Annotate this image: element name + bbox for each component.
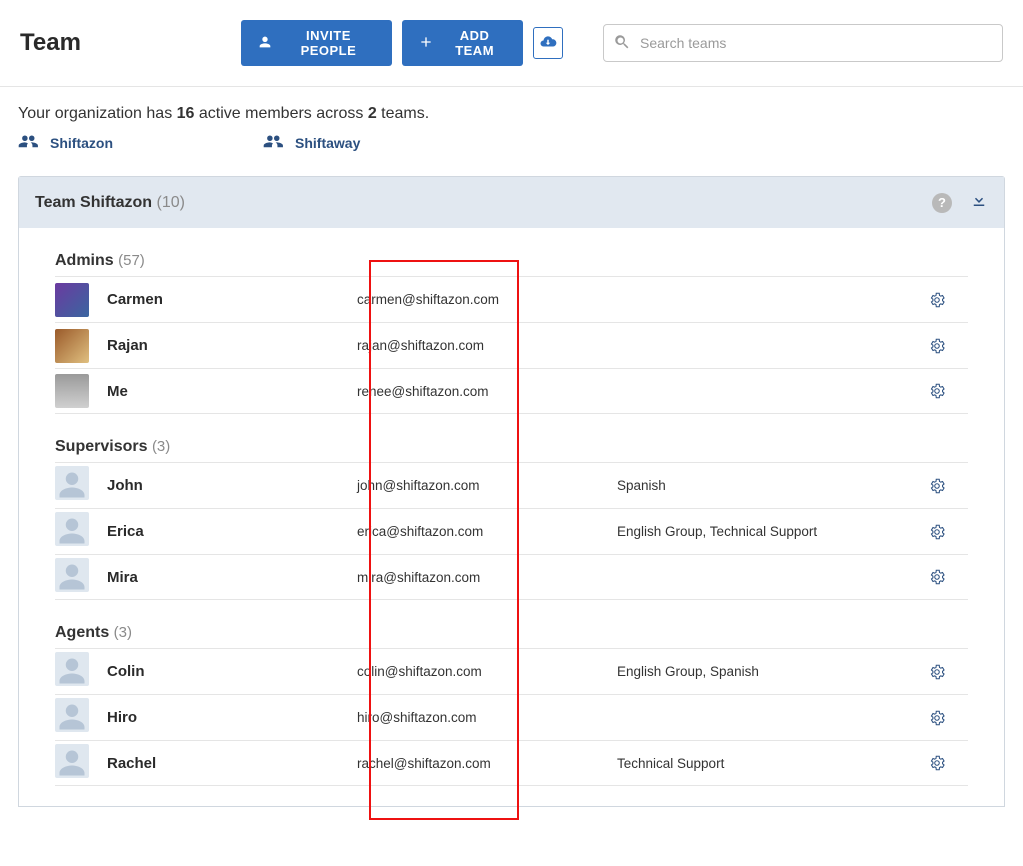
avatar	[55, 374, 89, 408]
page-title: Team	[20, 29, 81, 57]
member-tags: English Group, Technical Support	[617, 524, 928, 539]
member-name: John	[107, 477, 357, 494]
gear-icon[interactable]	[928, 523, 946, 541]
people-icon	[263, 133, 285, 152]
member-row[interactable]: Colincolin@shiftazon.comEnglish Group, S…	[55, 648, 968, 694]
member-email: renee@shiftazon.com	[357, 384, 617, 399]
member-email: hiro@shiftazon.com	[357, 710, 617, 725]
gear-icon[interactable]	[928, 477, 946, 495]
member-email: rajan@shiftazon.com	[357, 338, 617, 353]
download-icon[interactable]	[970, 191, 988, 214]
member-name: Rachel	[107, 755, 357, 772]
gear-icon[interactable]	[928, 568, 946, 586]
member-name: Rajan	[107, 337, 357, 354]
org-summary: Your organization has 16 active members …	[0, 87, 1023, 133]
invite-people-button[interactable]: INVITE PEOPLE	[241, 20, 392, 66]
help-icon[interactable]: ?	[932, 193, 952, 213]
plus-icon	[418, 34, 434, 53]
member-row[interactable]: Hirohiro@shiftazon.com	[55, 694, 968, 740]
member-row[interactable]: Carmencarmen@shiftazon.com	[55, 276, 968, 322]
member-row[interactable]: Merenee@shiftazon.com	[55, 368, 968, 414]
member-tags: Spanish	[617, 478, 928, 493]
avatar	[55, 698, 89, 732]
member-email: rachel@shiftazon.com	[357, 756, 617, 771]
team-link[interactable]: Shiftaway	[263, 133, 360, 152]
member-tags: English Group, Spanish	[617, 664, 928, 679]
member-name: Me	[107, 383, 357, 400]
member-email: carmen@shiftazon.com	[357, 292, 617, 307]
gear-icon[interactable]	[928, 709, 946, 727]
gear-icon[interactable]	[928, 382, 946, 400]
member-name: Erica	[107, 523, 357, 540]
member-name: Hiro	[107, 709, 357, 726]
group-title: Agents (3)	[55, 624, 968, 642]
member-row[interactable]: Miramira@shiftazon.com	[55, 554, 968, 600]
search-icon	[613, 33, 631, 51]
avatar	[55, 652, 89, 686]
member-row[interactable]: Johnjohn@shiftazon.comSpanish	[55, 462, 968, 508]
member-email: colin@shiftazon.com	[357, 664, 617, 679]
gear-icon[interactable]	[928, 663, 946, 681]
avatar	[55, 466, 89, 500]
gear-icon[interactable]	[928, 291, 946, 309]
gear-icon[interactable]	[928, 337, 946, 355]
member-row[interactable]: Rajanrajan@shiftazon.com	[55, 322, 968, 368]
member-name: Carmen	[107, 291, 357, 308]
search-input[interactable]	[603, 24, 1003, 62]
member-row[interactable]: Rachelrachel@shiftazon.comTechnical Supp…	[55, 740, 968, 786]
team-link-label: Shiftazon	[50, 135, 113, 151]
person-icon	[257, 34, 273, 53]
invite-people-label: INVITE PEOPLE	[281, 28, 376, 58]
avatar	[55, 512, 89, 546]
add-team-button[interactable]: ADD TEAM	[402, 20, 523, 66]
panel-title: Team Shiftazon (10)	[35, 194, 185, 212]
cloud-download-icon	[539, 33, 557, 54]
member-row[interactable]: Ericaerica@shiftazon.comEnglish Group, T…	[55, 508, 968, 554]
member-tags: Technical Support	[617, 756, 928, 771]
member-email: erica@shiftazon.com	[357, 524, 617, 539]
people-icon	[18, 133, 40, 152]
add-team-label: ADD TEAM	[442, 28, 507, 58]
cloud-download-button[interactable]	[533, 27, 563, 59]
team-link[interactable]: Shiftazon	[18, 133, 113, 152]
avatar	[55, 744, 89, 778]
group-title: Admins (57)	[55, 252, 968, 270]
member-name: Mira	[107, 569, 357, 586]
gear-icon[interactable]	[928, 754, 946, 772]
member-email: john@shiftazon.com	[357, 478, 617, 493]
avatar	[55, 329, 89, 363]
group-title: Supervisors (3)	[55, 438, 968, 456]
avatar	[55, 283, 89, 317]
member-name: Colin	[107, 663, 357, 680]
avatar	[55, 558, 89, 592]
team-link-label: Shiftaway	[295, 135, 360, 151]
member-email: mira@shiftazon.com	[357, 570, 617, 585]
